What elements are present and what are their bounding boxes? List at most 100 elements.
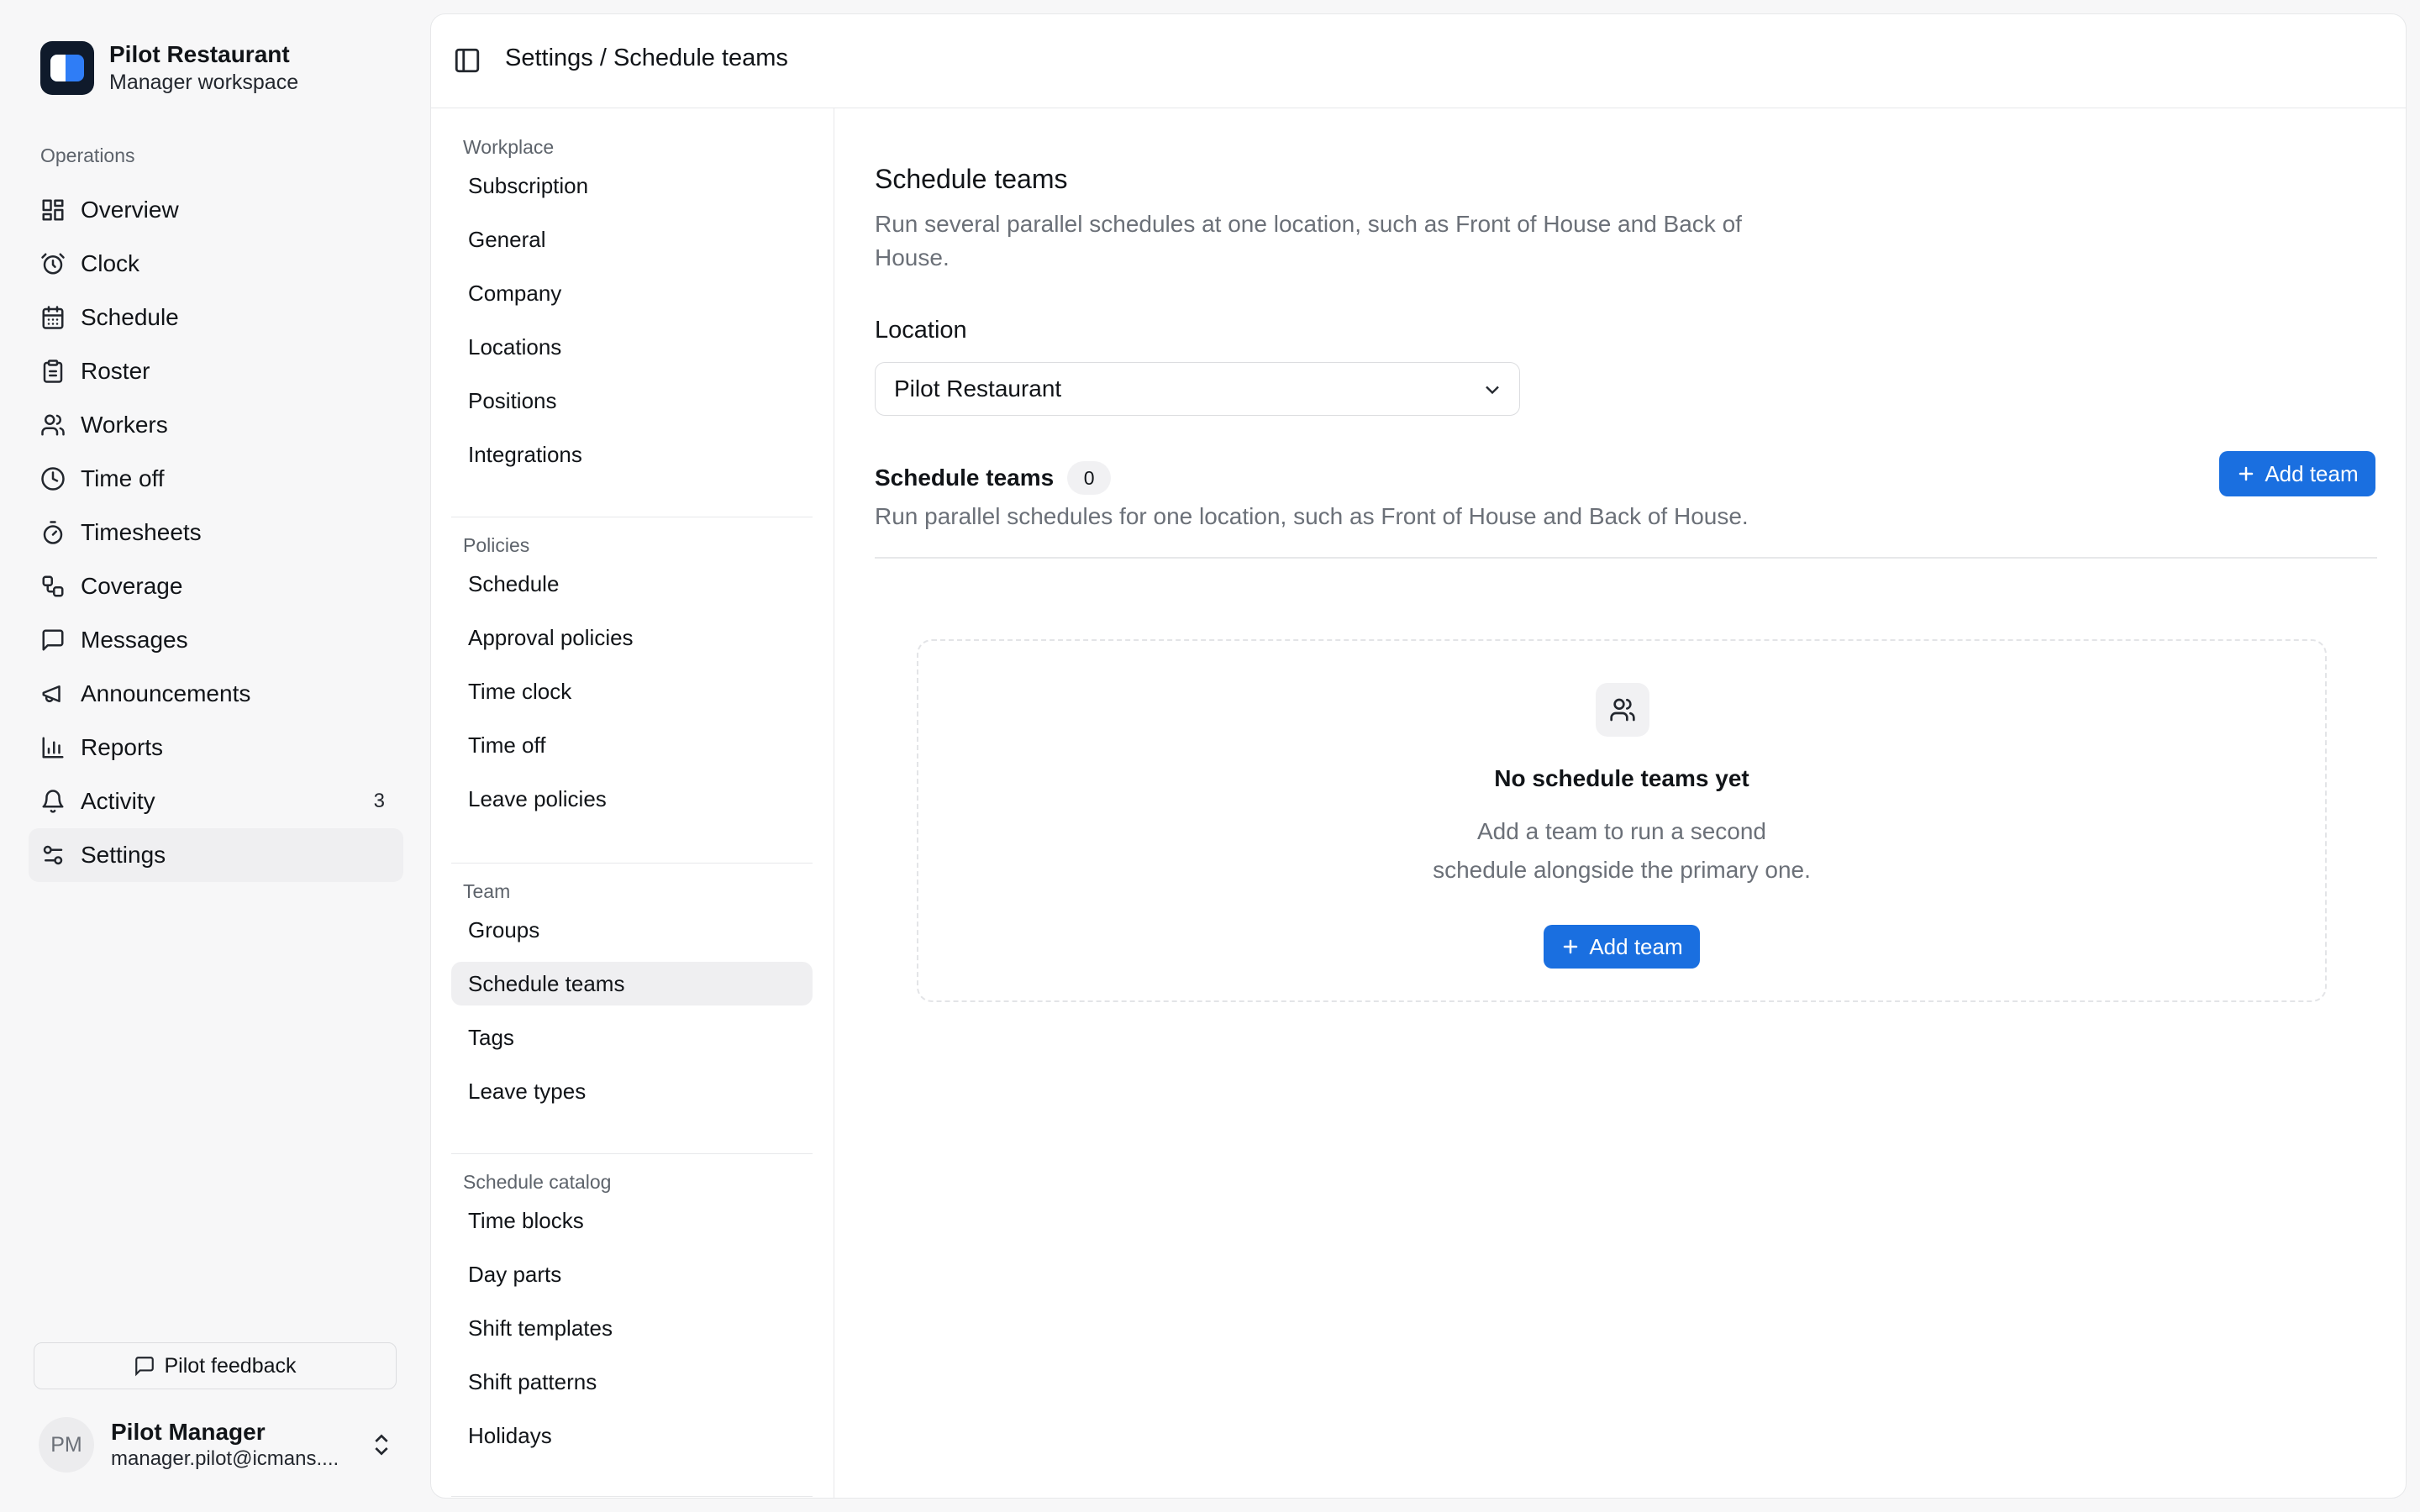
main-panel: Settings / Schedule teams Workplace Subs… xyxy=(430,13,2407,1499)
sidebar-item-coverage[interactable]: Coverage xyxy=(29,559,403,613)
subnav-item-schedule[interactable]: Schedule xyxy=(451,562,813,606)
subnav-item-integrations[interactable]: Integrations xyxy=(451,433,813,476)
pilot-feedback-button[interactable]: Pilot feedback xyxy=(34,1342,397,1389)
sidebar-item-roster[interactable]: Roster xyxy=(29,344,403,398)
workflow-icon xyxy=(40,574,66,599)
sidebar-section-label: Operations xyxy=(40,144,135,166)
brand-logo-icon xyxy=(40,41,94,95)
user-name: Pilot Manager xyxy=(111,1419,266,1445)
schedule-teams-header: Schedule teams 0 xyxy=(875,461,1112,495)
page-description: Run several parallel schedules at one lo… xyxy=(875,211,1742,270)
sidebar-item-label: Coverage xyxy=(81,573,183,599)
sidebar-item-clock[interactable]: Clock xyxy=(29,237,403,291)
sidebar-item-announcements[interactable]: Announcements xyxy=(29,667,403,721)
breadcrumb: Settings / Schedule teams xyxy=(505,45,788,71)
sidebar-nav: Overview Clock Schedule Roster Workers T… xyxy=(29,183,403,882)
sidebar-item-label: Schedule xyxy=(81,304,179,330)
add-team-button[interactable]: Add team xyxy=(2219,451,2375,496)
sidebar-item-overview[interactable]: Overview xyxy=(29,183,403,237)
subnav-item-subscription[interactable]: Subscription xyxy=(451,164,813,207)
page-title: Schedule teams xyxy=(875,164,1068,194)
sidebar-item-label: Announcements xyxy=(81,680,251,706)
section-divider xyxy=(875,557,2377,559)
sidebar-item-schedule[interactable]: Schedule xyxy=(29,291,403,344)
dashboard-icon xyxy=(40,197,66,223)
sidebar-item-label: Overview xyxy=(81,197,179,223)
subnav-item-tags[interactable]: Tags xyxy=(451,1016,813,1059)
clipboard-icon xyxy=(40,359,66,384)
sidebar-item-activity[interactable]: Activity 3 xyxy=(29,774,403,828)
pilot-feedback-label: Pilot feedback xyxy=(164,1353,297,1378)
calendar-icon xyxy=(40,305,66,330)
sidebar: Pilot Restaurant Manager workspace Opera… xyxy=(0,0,429,1512)
brand-subtitle: Manager workspace xyxy=(109,71,299,94)
sidebar-item-label: Time off xyxy=(81,465,165,491)
teams-count-badge: 0 xyxy=(1067,461,1112,495)
bar-chart-icon xyxy=(40,735,66,760)
schedule-teams-description: Run parallel schedules for one location,… xyxy=(875,503,1749,529)
subnav-item-positions[interactable]: Positions xyxy=(451,379,813,423)
users-icon xyxy=(1596,683,1649,737)
sidebar-item-label: Settings xyxy=(81,842,166,868)
subnav-divider xyxy=(451,1496,813,1497)
user-email: manager.pilot@icmans.... xyxy=(111,1447,339,1470)
empty-state-line-1: Add a team to run a second xyxy=(1477,818,1766,844)
empty-state-add-team-button[interactable]: Add team xyxy=(1544,925,1700,969)
location-select[interactable]: Pilot Restaurant xyxy=(875,362,1520,416)
sidebar-toggle-icon[interactable] xyxy=(453,46,481,75)
subnav-item-leave-policies[interactable]: Leave policies xyxy=(451,777,813,821)
location-label: Location xyxy=(875,317,967,344)
plus-icon xyxy=(1564,939,1578,954)
sliders-icon xyxy=(40,843,66,868)
subnav-item-time-off[interactable]: Time off xyxy=(451,723,813,767)
subnav-item-day-parts[interactable]: Day parts xyxy=(451,1252,813,1296)
add-team-label: Add team xyxy=(2265,460,2359,486)
subnav-item-holidays[interactable]: Holidays xyxy=(451,1414,813,1457)
subnav-group-team: Team Groups Schedule teams Tags Leave ty… xyxy=(451,874,813,1123)
alarm-clock-icon xyxy=(40,251,66,276)
avatar: PM xyxy=(39,1417,94,1473)
sidebar-item-label: Activity xyxy=(81,788,155,814)
sidebar-item-workers[interactable]: Workers xyxy=(29,398,403,452)
add-team-label: Add team xyxy=(1589,933,1683,959)
sidebar-item-label: Timesheets xyxy=(81,519,202,545)
subnav-item-locations[interactable]: Locations xyxy=(451,325,813,369)
subnav-item-groups[interactable]: Groups xyxy=(451,908,813,952)
chevron-down-icon xyxy=(1481,378,1504,402)
feedback-icon xyxy=(135,1357,155,1377)
workspace-switcher[interactable]: Pilot Restaurant Manager workspace xyxy=(40,40,298,96)
subnav-group-label: Team xyxy=(463,880,511,902)
subnav-item-company[interactable]: Company xyxy=(451,271,813,315)
schedule-teams-title: Schedule teams xyxy=(875,465,1055,491)
subnav-item-shift-patterns[interactable]: Shift patterns xyxy=(451,1360,813,1404)
chevrons-up-down-icon[interactable] xyxy=(368,1431,395,1458)
topbar: Settings / Schedule teams xyxy=(431,14,2406,108)
user-menu[interactable]: PM Pilot Manager manager.pilot@icmans...… xyxy=(39,1416,395,1473)
sidebar-item-label: Messages xyxy=(81,627,188,653)
subnav-group-label: Policies xyxy=(463,534,530,556)
megaphone-icon xyxy=(40,681,66,706)
subnav-item-time-clock[interactable]: Time clock xyxy=(451,669,813,713)
subnav-item-schedule-teams[interactable]: Schedule teams xyxy=(451,962,813,1005)
activity-count-badge: 3 xyxy=(373,790,385,812)
subnav-group-schedule-catalog: Schedule catalog Time blocks Day parts S… xyxy=(451,1165,813,1467)
sidebar-item-label: Clock xyxy=(81,250,140,276)
sidebar-item-label: Roster xyxy=(81,358,150,384)
sidebar-item-settings[interactable]: Settings xyxy=(29,828,403,882)
subnav-item-shift-templates[interactable]: Shift templates xyxy=(451,1306,813,1350)
sidebar-item-messages[interactable]: Messages xyxy=(29,613,403,667)
sidebar-item-reports[interactable]: Reports xyxy=(29,721,403,774)
sidebar-item-timesheets[interactable]: Timesheets xyxy=(29,506,403,559)
subnav-group-workplace: Workplace Subscription General Company L… xyxy=(451,130,813,486)
subnav-item-approval-policies[interactable]: Approval policies xyxy=(451,616,813,659)
subnav-group-policies: Policies Schedule Approval policies Time… xyxy=(451,528,813,831)
subnav-divider xyxy=(451,863,813,864)
users-icon xyxy=(40,412,66,438)
stopwatch-icon xyxy=(40,520,66,545)
sidebar-item-time-off[interactable]: Time off xyxy=(29,452,403,506)
subnav-item-leave-types[interactable]: Leave types xyxy=(451,1069,813,1113)
subnav-item-time-blocks[interactable]: Time blocks xyxy=(451,1199,813,1242)
settings-subnav: Workplace Subscription General Company L… xyxy=(431,108,834,1498)
subnav-item-general[interactable]: General xyxy=(451,218,813,261)
location-select-value: Pilot Restaurant xyxy=(894,375,1062,402)
